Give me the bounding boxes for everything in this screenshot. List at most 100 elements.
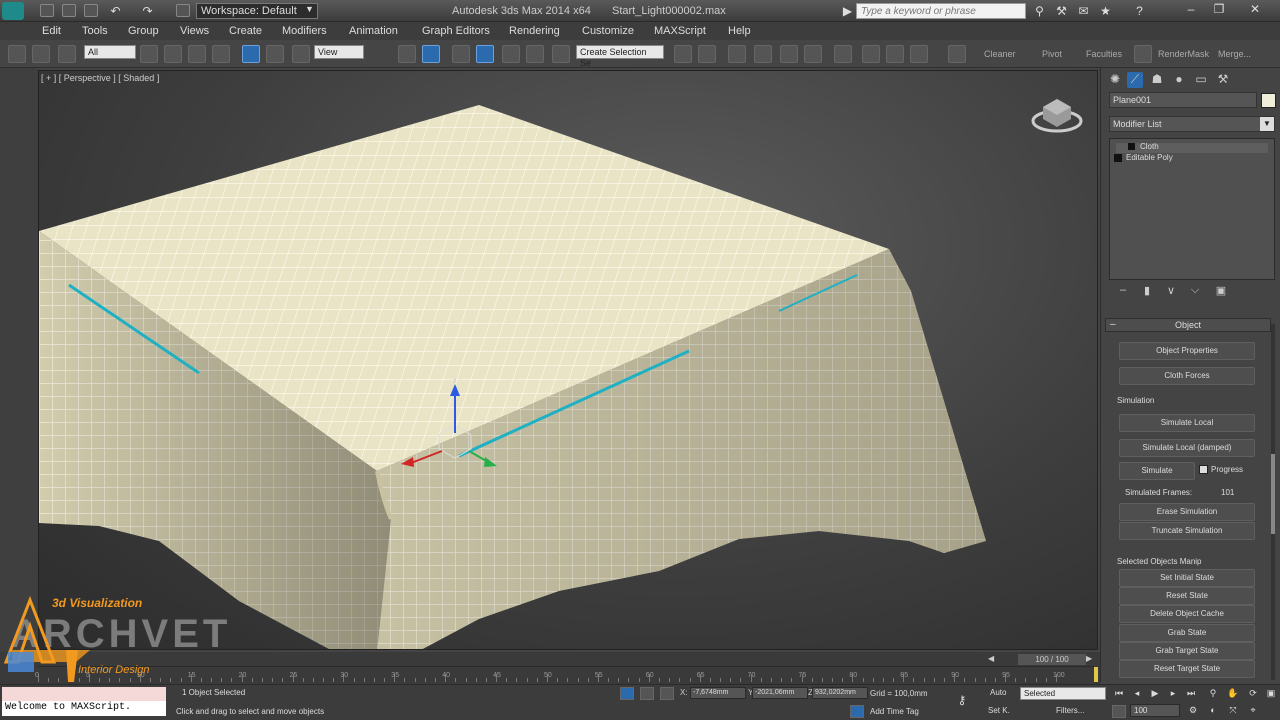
menu-tools[interactable]: Tools [82,25,108,37]
track-bar[interactable]: 0 5 10 15 20 25 30 35 40 45 50 55 60 65 70 75 80 85 90 95 10… [35,666,1098,682]
menu-group[interactable]: Group [128,25,159,37]
field-of-view-icon[interactable]: ◐ [1206,705,1220,717]
rect-selection-icon[interactable] [188,45,206,63]
select-manipulate-icon[interactable] [422,45,440,63]
undo-icon[interactable]: ↶ [108,4,123,18]
create-tab-icon[interactable]: ✺ [1107,72,1123,88]
mirror-icon[interactable] [674,45,692,63]
play-icon[interactable]: ▶ [1148,688,1162,700]
menu-views[interactable]: Views [180,25,209,37]
lock-selection-icon[interactable] [620,687,634,700]
select-by-name-icon[interactable] [164,45,182,63]
open-icon[interactable] [62,4,76,17]
maximize-viewport-icon[interactable]: ▣ [1264,688,1278,700]
menu-customize[interactable]: Customize [582,25,634,37]
pin-stack-icon[interactable]: – [1115,284,1131,300]
key-mode-icon[interactable] [1112,705,1126,718]
window-crossing-icon[interactable] [212,45,230,63]
maxscript-listener[interactable]: Welcome to MAXScript. [2,701,166,716]
motion-tab-icon[interactable]: ● [1171,72,1187,88]
zoom-extents-icon[interactable]: ⌖ [1246,705,1260,717]
modifier-list-dropdown[interactable]: Modifier List ▼ [1109,116,1275,132]
time-config-icon[interactable]: ⚙ [1186,705,1200,717]
previous-frame-icon[interactable]: ◂ [1130,688,1144,700]
command-panel-scrollbar[interactable] [1271,324,1275,680]
link-icon[interactable] [8,45,26,63]
angle-snap-icon[interactable] [476,45,494,63]
minimize-button[interactable]: – [1180,2,1202,18]
toolbar-label[interactable]: Cleaner [984,49,1016,59]
perspective-viewport[interactable]: [ + ] [ Perspective ] [ Shaded ] z [38,70,1098,650]
walk-through-icon[interactable]: ⤧ [1226,705,1240,717]
material-editor-icon[interactable] [834,45,852,63]
graphite-ribbon-icon[interactable] [754,45,772,63]
time-tag-icon[interactable] [850,705,864,718]
grab-target-state-button[interactable]: Grab Target State [1119,642,1255,660]
keyframe-marker[interactable] [1094,667,1098,682]
unlink-icon[interactable] [32,45,50,63]
percent-snap-icon[interactable] [502,45,520,63]
selection-filter-dropdown[interactable]: All [84,45,136,59]
delete-object-cache-button[interactable]: Delete Object Cache [1119,605,1255,623]
reset-state-button[interactable]: Reset State [1119,587,1255,605]
zoom-icon[interactable]: ⚲ [1206,688,1220,700]
pan-icon[interactable]: ✋ [1226,688,1240,700]
binoculars-icon[interactable]: ⚲ [1032,4,1047,18]
maximize-button[interactable]: ❐ [1208,2,1230,18]
show-end-result-icon[interactable]: ▮ [1139,284,1155,300]
display-tab-icon[interactable]: ▭ [1193,72,1209,88]
key-filter-dropdown[interactable]: Selected [1020,687,1106,700]
app-menu-icon[interactable] [2,2,24,20]
y-coordinate-field[interactable]: -2021,06mm [752,687,808,699]
object-rollout-header[interactable]: – Object [1105,318,1271,332]
project-folder-icon[interactable] [176,4,190,17]
select-object-icon[interactable] [140,45,158,63]
simulate-button[interactable]: Simulate [1119,462,1195,480]
rotate-icon[interactable] [266,45,284,63]
set-key-button[interactable]: Set K. [988,706,1010,715]
communication-icon[interactable]: ✉ [1076,4,1091,18]
time-slider[interactable]: 100 / 100 [1018,654,1086,665]
bind-space-warp-icon[interactable] [58,45,76,63]
timeline-next-icon[interactable]: ▶ [1086,654,1098,665]
progress-checkbox[interactable] [1199,465,1208,474]
truncate-simulation-button[interactable]: Truncate Simulation [1119,522,1255,540]
menu-create[interactable]: Create [229,25,262,37]
workspace-dropdown[interactable]: Workspace: Default [196,3,318,19]
render-setup-icon[interactable] [862,45,880,63]
go-to-end-icon[interactable]: ⏭ [1184,688,1198,700]
reference-coord-dropdown[interactable]: View [314,45,364,59]
toolbar-label[interactable]: Pivot [1042,49,1062,59]
key-filters-button[interactable]: Filters... [1056,706,1084,715]
menu-modifiers[interactable]: Modifiers [282,25,327,37]
menu-maxscript[interactable]: MAXScript [654,25,706,37]
schematic-view-icon[interactable] [804,45,822,63]
make-unique-icon[interactable]: ∨ [1163,284,1179,300]
layer-manager-icon[interactable] [728,45,746,63]
stack-item-cloth[interactable]: Cloth [1140,142,1159,151]
help-icon[interactable]: ? [1132,4,1147,18]
menu-edit[interactable]: Edit [42,25,61,37]
menu-graph-editors[interactable]: Graph Editors [422,25,490,37]
menu-rendering[interactable]: Rendering [509,25,560,37]
simulate-local-button[interactable]: Simulate Local [1119,414,1255,432]
z-coordinate-field[interactable]: 932,0202mm [812,687,868,699]
snaps-toggle-icon[interactable] [452,45,470,63]
scale-icon[interactable] [292,45,310,63]
spinner-snap-icon[interactable] [526,45,544,63]
simulate-local-damped-button[interactable]: Simulate Local (damped) [1119,439,1255,457]
toolbar-label[interactable]: Merge... [1218,49,1251,59]
menu-help[interactable]: Help [728,25,751,37]
x-coordinate-field[interactable]: -7,6748mm [690,687,746,699]
search-input[interactable]: Type a keyword or phrase [856,3,1026,19]
timeline-prev-icon[interactable]: ◀ [988,654,1002,665]
orbit-icon[interactable]: ⟳ [1246,688,1260,700]
redo-icon[interactable]: ↷ [140,4,155,18]
rendered-frame-window-icon[interactable] [886,45,904,63]
menu-animation[interactable]: Animation [349,25,398,37]
search-expand-icon[interactable]: ▶ [840,4,855,18]
edit-named-selection-icon[interactable] [552,45,570,63]
stack-item-editable-poly[interactable]: Editable Poly [1126,153,1173,162]
key-icon[interactable]: ⚷ [952,693,972,707]
modify-tab-icon[interactable]: ⟋ [1127,72,1143,88]
